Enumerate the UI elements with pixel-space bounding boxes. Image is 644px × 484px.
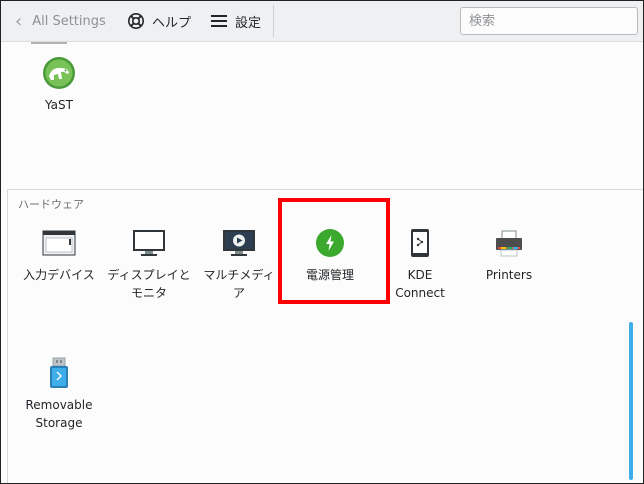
settings-menu-button[interactable]: 設定: [210, 1, 261, 41]
tile-label: 入力デバイス: [23, 268, 95, 282]
tile-label-line-1: ディスプレイと: [107, 268, 191, 282]
yast-chameleon-icon: [43, 57, 75, 89]
removable-storage-icon: [50, 357, 68, 388]
section-title: ハードウェア: [18, 198, 84, 211]
settings-grid-area: YaST ハードウェア 入力デバイス ディスプレイと モニタ マルチメディ ア …: [1, 42, 643, 483]
system-settings-window: ‹ All Settings ヘルプ 設定 検索 YaST ハードウェア 入力デ…: [0, 0, 644, 484]
back-label: All Settings: [32, 13, 106, 29]
tile-removable-storage[interactable]: Removable Storage: [14, 356, 104, 432]
power-management-highlight-box: [278, 198, 390, 304]
help-label: ヘルプ: [152, 15, 192, 31]
previous-section-title-fragment: [31, 42, 91, 46]
all-settings-back-button[interactable]: ‹ All Settings: [15, 1, 106, 41]
display-monitor-icon: [133, 230, 165, 256]
kde-connect-icon: [411, 229, 429, 257]
tile-label-line-2: ア: [232, 286, 245, 300]
search-input[interactable]: [460, 7, 638, 35]
settings-label: 設定: [235, 15, 262, 31]
tile-yast[interactable]: YaST: [14, 56, 104, 114]
tile-multimedia[interactable]: マルチメディ ア: [194, 226, 284, 302]
chevron-left-icon: ‹: [15, 10, 23, 32]
tile-label: Printers: [485, 268, 533, 282]
toolbar: ‹ All Settings ヘルプ 設定: [1, 1, 643, 42]
tile-label-line-2: モニタ: [130, 286, 167, 300]
toolbar-separator: [273, 5, 274, 37]
hamburger-menu-icon: [211, 15, 227, 27]
tile-label-line-1: Removable: [25, 398, 93, 412]
vertical-scrollbar[interactable]: [629, 322, 633, 480]
input-devices-icon: [42, 230, 76, 256]
tile-printers[interactable]: Printers: [464, 226, 554, 284]
tile-input-devices[interactable]: 入力デバイス: [14, 226, 104, 284]
help-button[interactable]: ヘルプ: [127, 1, 191, 41]
tile-display-monitor[interactable]: ディスプレイと モニタ: [104, 226, 194, 302]
multimedia-icon: [223, 230, 255, 256]
lifebuoy-icon: [128, 13, 144, 29]
tile-label: YaST: [45, 98, 73, 112]
printer-icon: [496, 230, 522, 257]
tile-label-line-2: Storage: [35, 416, 83, 430]
tile-label-line-1: マルチメディ: [203, 268, 275, 282]
